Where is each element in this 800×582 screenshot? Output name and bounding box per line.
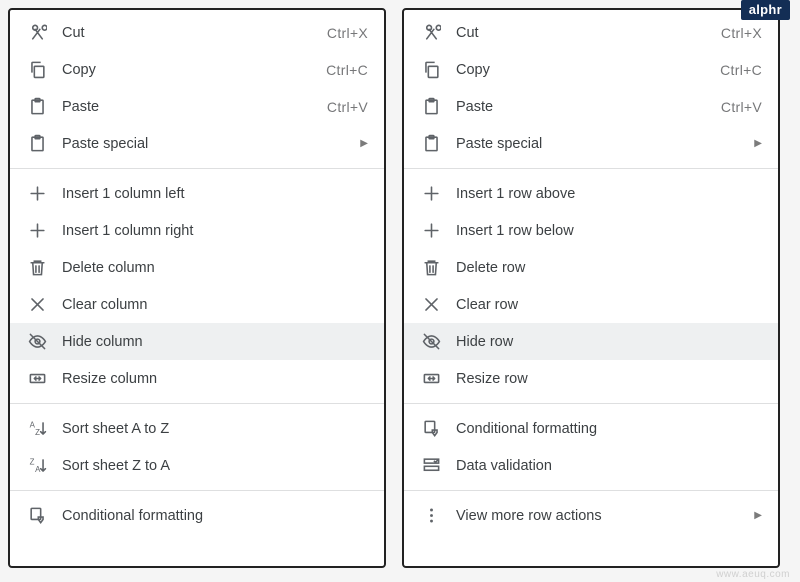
menu-separator [10, 490, 384, 491]
more-icon [420, 505, 442, 527]
menu-item-paste[interactable]: Paste Ctrl+V [10, 88, 384, 125]
plus-icon [420, 183, 442, 205]
copy-icon [420, 59, 442, 81]
menu-item-delete-row[interactable]: Delete row [404, 249, 778, 286]
menu-item-cut[interactable]: Cut Ctrl+X [404, 14, 778, 51]
cut-icon [420, 22, 442, 44]
menu-item-data-validation[interactable]: Data validation [404, 447, 778, 484]
menu-item-insert-column-right[interactable]: Insert 1 column right [10, 212, 384, 249]
plus-icon [26, 220, 48, 242]
menu-item-label: Copy [62, 62, 326, 78]
data-validation-icon [420, 455, 442, 477]
menu-item-label: View more row actions [456, 508, 754, 524]
plus-icon [420, 220, 442, 242]
menu-item-insert-row-above[interactable]: Insert 1 row above [404, 175, 778, 212]
menu-item-label: Data validation [456, 458, 762, 474]
menu-item-label: Paste [456, 99, 721, 115]
menu-item-paste-special[interactable]: Paste special ▶ [10, 125, 384, 162]
menu-separator [404, 490, 778, 491]
menu-item-label: Paste special [456, 136, 754, 152]
menu-item-label: Insert 1 column left [62, 186, 368, 202]
menu-item-label: Conditional formatting [62, 508, 368, 524]
menu-item-hide-row[interactable]: Hide row [404, 323, 778, 360]
x-icon [26, 294, 48, 316]
menu-separator [404, 403, 778, 404]
paste-icon [420, 133, 442, 155]
brand-badge: alphr [741, 0, 790, 20]
menu-item-copy[interactable]: Copy Ctrl+C [10, 51, 384, 88]
plus-icon [26, 183, 48, 205]
menu-item-label: Hide column [62, 334, 368, 350]
menu-item-label: Hide row [456, 334, 762, 350]
menu-item-sort-za[interactable]: Sort sheet Z to A [10, 447, 384, 484]
copy-icon [26, 59, 48, 81]
menu-item-clear-row[interactable]: Clear row [404, 286, 778, 323]
menu-item-label: Sort sheet A to Z [62, 421, 368, 437]
paste-icon [26, 133, 48, 155]
x-icon [420, 294, 442, 316]
menu-item-label: Insert 1 column right [62, 223, 368, 239]
conditional-format-icon [26, 505, 48, 527]
menu-separator [10, 168, 384, 169]
trash-icon [26, 257, 48, 279]
menu-item-label: Sort sheet Z to A [62, 458, 368, 474]
menu-item-shortcut: Ctrl+V [327, 99, 368, 115]
hide-icon [26, 331, 48, 353]
resize-icon [26, 368, 48, 390]
menu-item-insert-column-left[interactable]: Insert 1 column left [10, 175, 384, 212]
menu-item-label: Clear row [456, 297, 762, 313]
menu-item-label: Copy [456, 62, 720, 78]
menu-item-label: Paste [62, 99, 327, 115]
menu-item-resize-row[interactable]: Resize row [404, 360, 778, 397]
paste-icon [420, 96, 442, 118]
hide-icon [420, 331, 442, 353]
menu-item-delete-column[interactable]: Delete column [10, 249, 384, 286]
menu-item-clear-column[interactable]: Clear column [10, 286, 384, 323]
menu-item-label: Clear column [62, 297, 368, 313]
menu-item-label: Delete column [62, 260, 368, 276]
menu-item-label: Insert 1 row above [456, 186, 762, 202]
menu-item-paste[interactable]: Paste Ctrl+V [404, 88, 778, 125]
resize-icon [420, 368, 442, 390]
menu-separator [404, 168, 778, 169]
menu-item-shortcut: Ctrl+C [326, 62, 368, 78]
sort-az-icon [26, 418, 48, 440]
column-context-menu: Cut Ctrl+X Copy Ctrl+C Paste Ctrl+V Past… [8, 8, 386, 568]
menu-item-shortcut: Ctrl+V [721, 99, 762, 115]
menu-item-conditional-formatting[interactable]: Conditional formatting [404, 410, 778, 447]
submenu-arrow-icon: ▶ [360, 138, 368, 149]
menu-item-sort-az[interactable]: Sort sheet A to Z [10, 410, 384, 447]
menu-item-shortcut: Ctrl+X [721, 25, 762, 41]
menu-item-conditional-formatting[interactable]: Conditional formatting [10, 497, 384, 534]
menu-item-paste-special[interactable]: Paste special ▶ [404, 125, 778, 162]
submenu-arrow-icon: ▶ [754, 138, 762, 149]
menu-item-label: Insert 1 row below [456, 223, 762, 239]
menu-item-label: Conditional formatting [456, 421, 762, 437]
menu-item-resize-column[interactable]: Resize column [10, 360, 384, 397]
menu-item-label: Cut [62, 25, 327, 41]
menu-item-label: Cut [456, 25, 721, 41]
submenu-arrow-icon: ▶ [754, 510, 762, 521]
menu-item-label: Paste special [62, 136, 360, 152]
menu-separator [10, 403, 384, 404]
paste-icon [26, 96, 48, 118]
menu-item-copy[interactable]: Copy Ctrl+C [404, 51, 778, 88]
menu-item-more-row-actions[interactable]: View more row actions ▶ [404, 497, 778, 534]
menu-item-shortcut: Ctrl+C [720, 62, 762, 78]
conditional-format-icon [420, 418, 442, 440]
menu-item-label: Resize column [62, 371, 368, 387]
trash-icon [420, 257, 442, 279]
sort-za-icon [26, 455, 48, 477]
menu-item-shortcut: Ctrl+X [327, 25, 368, 41]
menu-item-hide-column[interactable]: Hide column [10, 323, 384, 360]
menu-item-label: Delete row [456, 260, 762, 276]
cut-icon [26, 22, 48, 44]
watermark: www.aeuq.com [716, 569, 790, 580]
row-context-menu: Cut Ctrl+X Copy Ctrl+C Paste Ctrl+V Past… [402, 8, 780, 568]
menu-item-cut[interactable]: Cut Ctrl+X [10, 14, 384, 51]
menu-item-insert-row-below[interactable]: Insert 1 row below [404, 212, 778, 249]
menu-item-label: Resize row [456, 371, 762, 387]
